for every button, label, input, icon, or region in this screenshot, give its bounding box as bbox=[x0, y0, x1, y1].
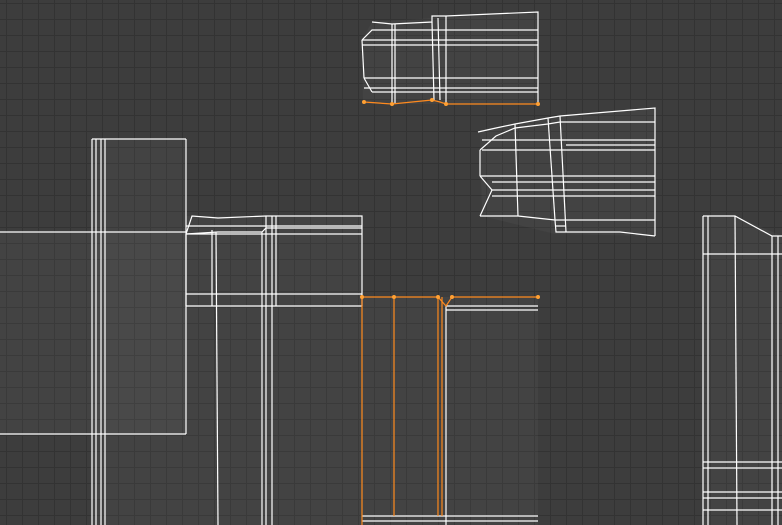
uv-island-top[interactable] bbox=[361, 11, 540, 106]
uv-island-center[interactable] bbox=[185, 215, 363, 525]
uv-island-right-tilted[interactable] bbox=[477, 107, 656, 237]
uv-editor-viewport[interactable] bbox=[0, 0, 782, 525]
uv-island-far-right[interactable] bbox=[702, 215, 782, 525]
uv-island-large-left[interactable] bbox=[0, 138, 187, 525]
uv-island-selected-strip[interactable] bbox=[360, 295, 540, 525]
uv-canvas[interactable] bbox=[0, 0, 782, 525]
